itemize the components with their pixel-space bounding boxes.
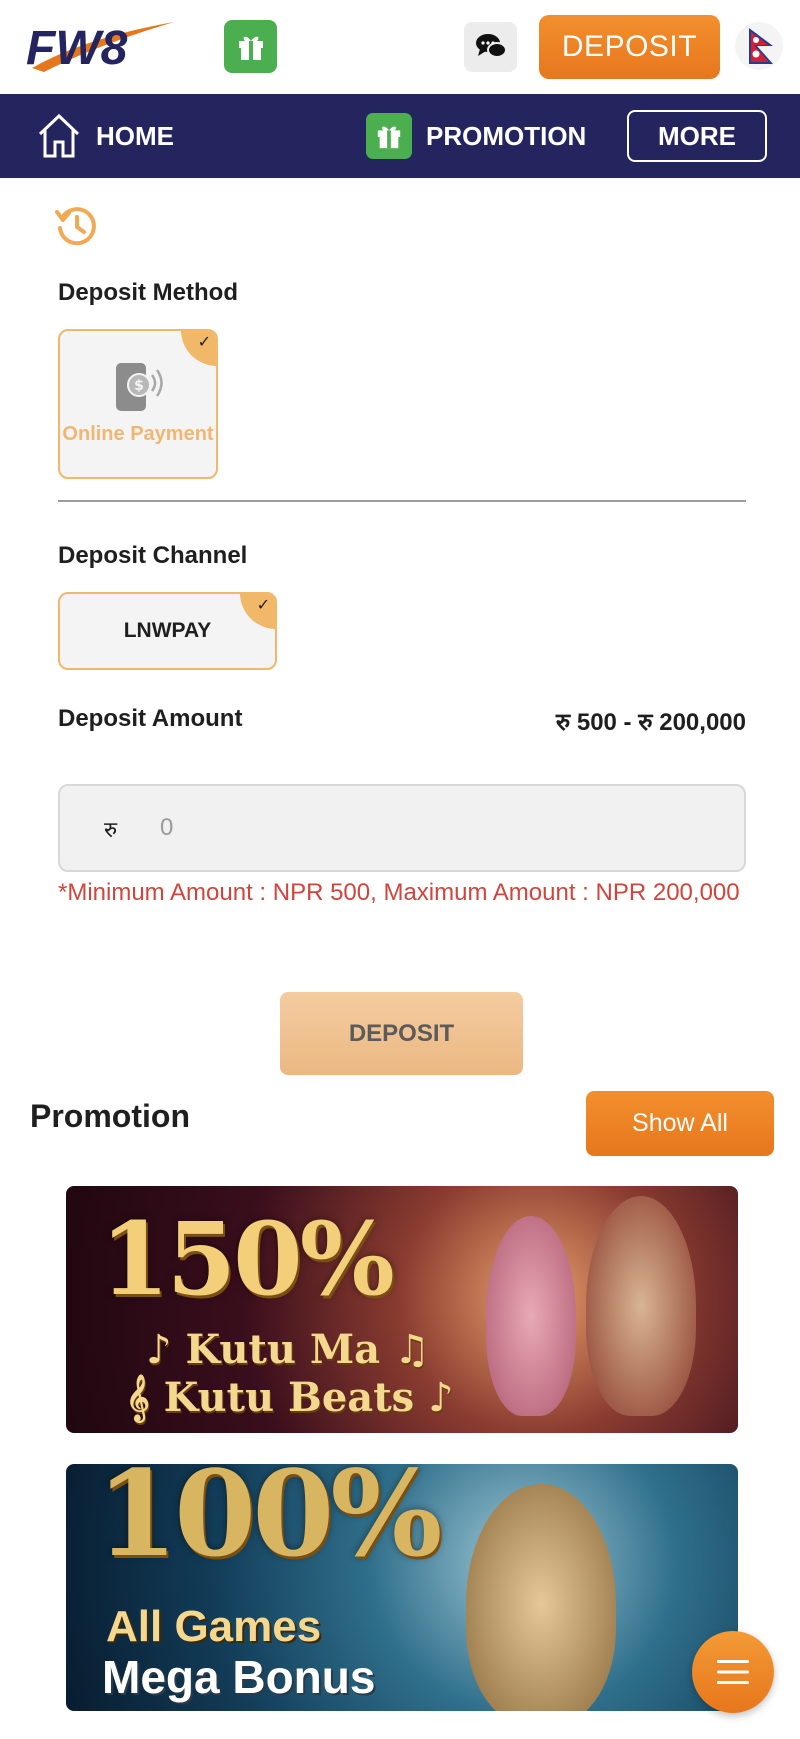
amount-input[interactable] [160,808,720,848]
banner-line-2: 𝄞 Kutu Beats ♪ [126,1374,454,1421]
top-header: FW8 DEPOSIT [0,0,800,94]
channel-option-lnwpay[interactable]: ✓ LNWPAY [58,592,277,670]
gift-icon [238,36,263,60]
nav-more-button[interactable]: MORE [627,110,767,162]
banner-line-2: Mega Bonus [102,1651,376,1703]
chat-bubbles-icon [475,34,507,58]
header-deposit-button[interactable]: DEPOSIT [539,15,720,79]
svg-text:$: $ [134,378,144,394]
method-option-online-payment[interactable]: ✓ $ Online Payment [58,329,218,479]
deposit-channel-label: Deposit Channel [58,542,248,569]
guitarist-figure [586,1196,696,1416]
section-divider [58,500,746,502]
nav-home-label: HOME [96,120,174,151]
nav-promotion[interactable]: PROMOTION [366,110,586,162]
channel-option-label: LNWPAY [123,619,212,642]
banner-headline: 100% [96,1464,442,1583]
dancer-figure [486,1216,576,1416]
history-icon [55,207,96,246]
amount-field[interactable]: रु [58,784,746,872]
nepal-flag-icon [749,28,773,64]
hamburger-menu-icon [717,1660,749,1684]
banner-headline: 150% [100,1200,395,1318]
deposit-amount-label: Deposit Amount [58,705,243,732]
deposit-method-label: Deposit Method [58,279,238,306]
home-icon [38,113,80,158]
nav-home[interactable]: HOME [36,110,174,162]
model-figure [466,1484,616,1711]
promotion-section-title: Promotion [30,1098,190,1134]
language-selector[interactable] [735,22,783,70]
nav-promotion-label: PROMOTION [426,120,587,151]
main-nav: HOME PROMOTION MORE [0,94,800,178]
selected-check-badge: ✓ [181,331,216,366]
history-button[interactable] [54,204,98,248]
floating-menu-button[interactable] [692,1631,774,1713]
promotion-banner[interactable]: 150% ♪ Kutu Ma ♫ 𝄞 Kutu Beats ♪ [66,1186,738,1433]
banner-line-1: All Games [106,1602,322,1651]
promotion-gift-icon [366,113,412,159]
submit-deposit-button[interactable]: DEPOSIT [280,992,523,1075]
logo-text: FW8 [26,22,128,75]
gift-button[interactable] [224,20,277,73]
online-payment-icon: $ [116,363,163,411]
check-icon: ✓ [256,595,270,614]
promotion-banner[interactable]: 100% All Games Mega Bonus [66,1464,738,1711]
deposit-amount-range: रु 500 - रु 200,000 [555,709,746,736]
method-option-label: Online Payment [62,423,214,445]
chat-button[interactable] [464,22,517,72]
check-icon: ✓ [197,332,211,351]
fw8-logo[interactable]: FW8 [24,16,180,76]
selected-check-badge: ✓ [240,594,275,629]
show-all-button[interactable]: Show All [586,1091,774,1156]
banner-line-1: ♪ Kutu Ma ♫ [146,1326,430,1373]
currency-symbol: रु [104,817,118,842]
amount-limit-hint: *Minimum Amount : NPR 500, Maximum Amoun… [58,879,740,906]
